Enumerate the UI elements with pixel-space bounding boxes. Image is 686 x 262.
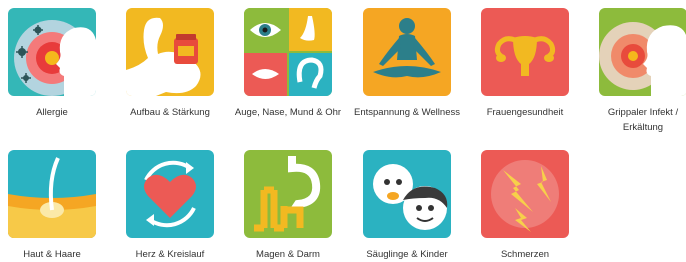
allergy-icon (8, 8, 96, 96)
strength-icon (126, 8, 214, 96)
category-eye-nose-mouth-ear[interactable]: Auge, Nase, Mund & Ohr (233, 8, 343, 120)
category-heart-circulation[interactable]: Herz & Kreislauf (115, 150, 225, 262)
category-skin-hair[interactable]: Haut & Haare (0, 150, 107, 262)
category-label: Auge, Nase, Mund & Ohr (234, 107, 342, 118)
category-allergy[interactable]: Allergie (0, 8, 107, 120)
pain-icon (481, 150, 569, 238)
meditation-icon (363, 8, 451, 96)
eye-nose-mouth-ear-icon (244, 8, 332, 96)
category-cold-flu[interactable]: Grippaler Infekt / Erkältung (588, 8, 686, 135)
category-strength[interactable]: Aufbau & Stärkung (115, 8, 225, 120)
cold-flu-icon (599, 8, 686, 96)
heart-circulation-icon (126, 150, 214, 238)
category-womens-health[interactable]: Frauengesundheit (470, 8, 580, 120)
category-label: Grippaler Infekt / Erkältung (607, 107, 679, 133)
category-babies-children[interactable]: Säuglinge & Kinder (352, 150, 462, 262)
category-label: Aufbau & Stärkung (130, 107, 210, 118)
uterus-icon (481, 8, 569, 96)
category-label: Frauengesundheit (486, 107, 564, 118)
category-label: Entspannung & Wellness (354, 107, 460, 118)
skin-hair-icon (8, 150, 96, 238)
category-relaxation[interactable]: Entspannung & Wellness (352, 8, 462, 120)
stomach-intestine-icon (244, 150, 332, 238)
category-label: Allergie (36, 107, 68, 118)
baby-child-icon (363, 150, 451, 238)
category-pain[interactable]: Schmerzen (470, 150, 580, 262)
category-stomach-intestine[interactable]: Magen & Darm (233, 150, 343, 262)
